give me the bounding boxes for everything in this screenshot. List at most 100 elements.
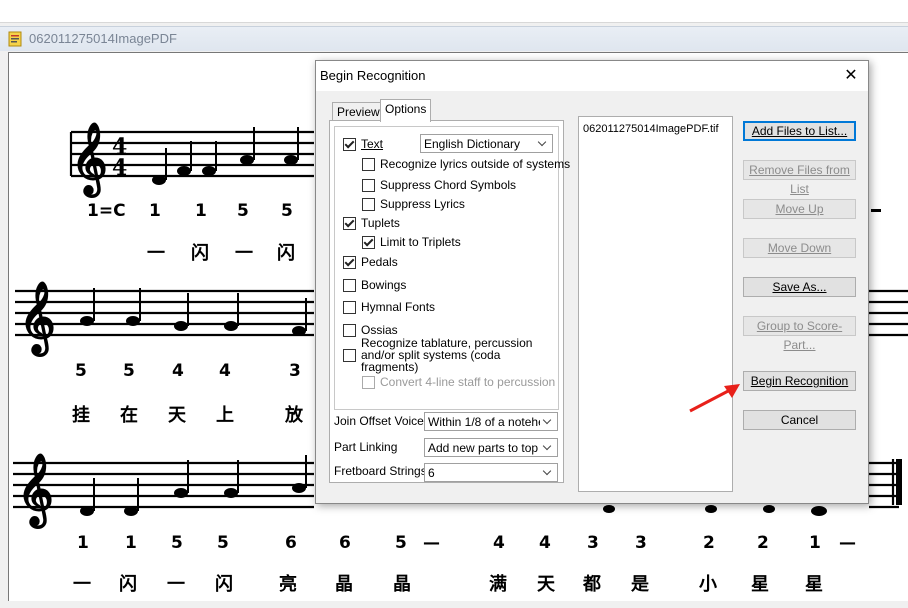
document-titlebar[interactable]: 062011275014ImagePDF — [0, 26, 908, 51]
jianpu-note: 1 — [77, 533, 89, 553]
tablature-row[interactable]: Recognize tablature, percussion and/or s… — [343, 337, 555, 373]
close-icon[interactable]: ✕ — [840, 65, 862, 87]
tablature-label: Recognize tablature, percussion and/or s… — [361, 336, 533, 374]
dialog-titlebar[interactable]: Begin Recognition ✕ — [316, 61, 868, 91]
svg-text:𝄞: 𝄞 — [71, 121, 108, 198]
tuplets-row[interactable]: Tuplets — [343, 215, 400, 231]
lyric-char: 晶 — [335, 574, 353, 595]
tab-preview[interactable]: Preview — [332, 102, 385, 122]
suppress-lyrics-checkbox[interactable] — [362, 197, 375, 211]
join-offset-label: Join Offset Voices — [334, 414, 430, 428]
recognition-options-group: Text English Dictionary Recognize lyrics… — [334, 126, 570, 410]
lyric-char: 闪 — [277, 243, 295, 264]
jianpu-note: 1 — [125, 533, 137, 553]
lyric-char: 闪 — [215, 574, 233, 595]
text-checkbox[interactable] — [343, 137, 356, 151]
text-checkbox-row[interactable]: Text — [343, 136, 383, 152]
part-linking-select[interactable]: Add new parts to top — [424, 438, 558, 457]
lyric-char: 满 — [489, 574, 507, 595]
annotation-arrow-icon — [689, 384, 740, 413]
convert-staff-row: Convert 4-line staff to percussion — [362, 374, 555, 390]
lyric-char: 天 — [537, 574, 555, 595]
limit-triplets-row[interactable]: Limit to Triplets — [362, 234, 461, 250]
lyric-char: 闪 — [119, 574, 137, 595]
jianpu-note: 6 — [285, 533, 297, 553]
remove-files-button[interactable]: Remove Files from List — [743, 160, 856, 196]
hymnal-fonts-checkbox[interactable] — [343, 300, 356, 314]
menu-strip — [0, 0, 908, 23]
tab-options[interactable]: Options — [380, 99, 432, 122]
join-offset-value: Within 1/8 of a notehea — [428, 415, 552, 429]
tuplets-label: Tuplets — [361, 216, 400, 230]
chevron-down-icon — [540, 439, 557, 456]
jianpu-note: 4 — [172, 361, 184, 381]
jianpu-note: 1 — [149, 201, 161, 221]
lyric-char: 一 — [167, 574, 185, 595]
jianpu-row-3: 1 1 5 5 6 6 5 — 4 4 3 3 2 2 1 — — [9, 533, 908, 557]
move-down-button[interactable]: Move Down — [743, 238, 856, 258]
pedals-checkbox[interactable] — [343, 255, 356, 269]
lyric-char: 亮 — [279, 574, 297, 595]
options-panel: Text English Dictionary Recognize lyrics… — [329, 120, 570, 483]
group-score-button[interactable]: Group to Score-Part... — [743, 316, 856, 352]
lyric-char: 一 — [147, 243, 165, 264]
suppress-lyrics-row[interactable]: Suppress Lyrics — [362, 196, 465, 212]
jianpu-note: 5 — [237, 201, 249, 221]
fretboard-strings-select[interactable]: 6 — [424, 463, 558, 482]
jianpu-note: 5 — [171, 533, 183, 553]
cancel-button[interactable]: Cancel — [743, 410, 856, 430]
jianpu-note: 2 — [757, 533, 769, 553]
move-up-button[interactable]: Move Up — [743, 199, 856, 219]
jianpu-note: 5 — [123, 361, 135, 381]
ossias-checkbox[interactable] — [343, 323, 356, 337]
limit-triplets-checkbox[interactable] — [362, 235, 375, 249]
begin-recognition-button[interactable]: Begin Recognition — [743, 371, 856, 391]
document-icon — [8, 31, 22, 47]
add-files-button[interactable]: Add Files to List... — [743, 121, 856, 141]
join-offset-select[interactable]: Within 1/8 of a notehea — [424, 412, 558, 431]
suppress-chord-row[interactable]: Suppress Chord Symbols — [362, 177, 516, 193]
lyric-char: 是 — [631, 574, 649, 595]
lyric-char: 一 — [73, 574, 91, 595]
jianpu-note: 6 — [339, 533, 351, 553]
lyric-char: 闪 — [191, 243, 209, 264]
svg-text:𝄞: 𝄞 — [17, 452, 54, 529]
bowings-checkbox[interactable] — [343, 278, 356, 292]
suppress-lyrics-label: Suppress Lyrics — [380, 197, 465, 211]
dialog-title: Begin Recognition — [320, 68, 426, 83]
recognize-lyrics-label: Recognize lyrics outside of systems — [380, 157, 571, 171]
recognize-lyrics-checkbox[interactable] — [362, 157, 375, 171]
hymnal-fonts-row[interactable]: Hymnal Fonts — [343, 299, 435, 315]
tuplets-checkbox[interactable] — [343, 216, 356, 230]
jianpu-note: 3 — [289, 361, 301, 381]
begin-recognition-dialog: Begin Recognition ✕ Preview Options Text… — [315, 60, 869, 504]
jianpu-note: 3 — [587, 533, 599, 553]
jianpu-note: 4 — [219, 361, 231, 381]
file-list-item[interactable]: 062011275014ImagePDF.tif — [583, 123, 719, 135]
ossias-label: Ossias — [361, 323, 398, 337]
jianpu-note: 1 — [195, 201, 207, 221]
lyric-char: 都 — [583, 574, 601, 595]
bowings-row[interactable]: Bowings — [343, 277, 406, 293]
recognize-lyrics-row[interactable]: Recognize lyrics outside of systems — [362, 156, 570, 172]
lyric-char: 在 — [120, 405, 138, 426]
jianpu-dash: — — [839, 533, 856, 553]
svg-text:4: 4 — [112, 155, 127, 181]
limit-triplets-label: Limit to Triplets — [380, 235, 461, 249]
save-as-button[interactable]: Save As... — [743, 277, 856, 297]
text-dictionary-select[interactable]: English Dictionary — [420, 134, 553, 153]
lyric-char: 放 — [285, 405, 303, 426]
document-title: 062011275014ImagePDF — [29, 31, 177, 46]
lyric-char: 晶 — [393, 574, 411, 595]
chevron-down-icon — [535, 135, 552, 152]
tablature-checkbox[interactable] — [343, 348, 356, 362]
lyric-char: 一 — [235, 243, 253, 264]
pedals-label: Pedals — [361, 255, 398, 269]
file-list[interactable]: 062011275014ImagePDF.tif — [578, 116, 733, 492]
suppress-chord-checkbox[interactable] — [362, 178, 375, 192]
jianpu-note: 1=C — [87, 201, 126, 221]
jianpu-note: 1 — [809, 533, 821, 553]
text-dictionary-value: English Dictionary — [424, 137, 521, 151]
jianpu-note: 2 — [703, 533, 715, 553]
pedals-row[interactable]: Pedals — [343, 254, 398, 270]
